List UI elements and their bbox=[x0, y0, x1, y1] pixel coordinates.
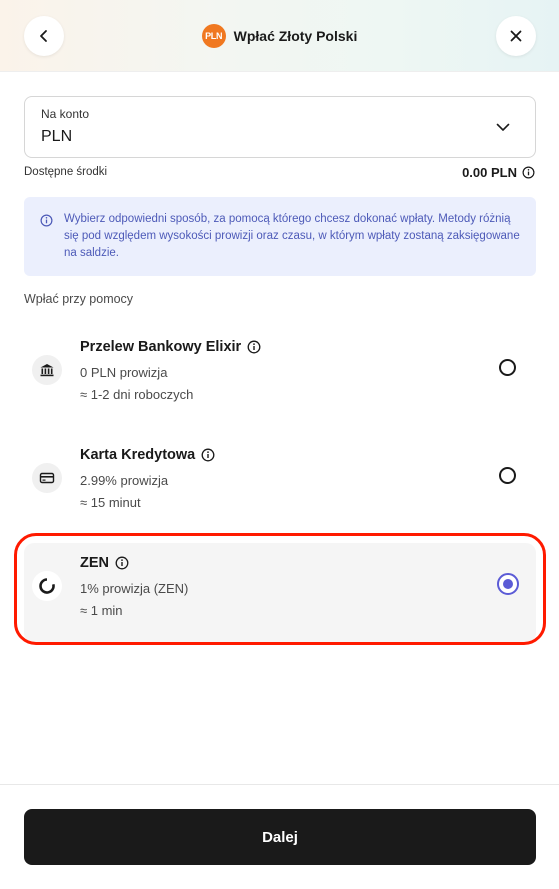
method-title: ZEN bbox=[80, 555, 109, 571]
account-select[interactable]: Na konto PLN bbox=[24, 96, 536, 158]
method-fee: 1% prowizja (ZEN) bbox=[80, 581, 189, 596]
method-title-row: ZEN bbox=[80, 555, 129, 571]
header-title-group: PLN Wpłać Złoty Polski bbox=[0, 24, 559, 48]
zen-logo-icon bbox=[39, 578, 55, 594]
method-time: ≈ 15 minut bbox=[80, 495, 141, 510]
info-icon[interactable] bbox=[522, 166, 535, 179]
info-icon[interactable] bbox=[247, 340, 261, 354]
method-radio-selected[interactable] bbox=[497, 573, 519, 595]
method-time: ≈ 1 min bbox=[80, 603, 123, 618]
info-notice-text: Wybierz odpowiedni sposób, za pomocą któ… bbox=[64, 213, 520, 259]
bank-icon bbox=[40, 364, 54, 377]
account-select-value: PLN bbox=[41, 128, 73, 145]
available-funds-label: Dostępne środki bbox=[24, 166, 108, 178]
payment-method-bank-transfer[interactable]: Przelew Bankowy Elixir 0 PLN prowizja ≈ … bbox=[24, 327, 536, 427]
footer-divider bbox=[0, 784, 559, 785]
chevron-down-icon bbox=[496, 123, 510, 131]
method-radio[interactable] bbox=[499, 467, 516, 484]
method-icon-wrap bbox=[32, 571, 62, 601]
account-select-label: Na konto bbox=[41, 107, 90, 121]
close-icon bbox=[510, 30, 522, 42]
method-radio[interactable] bbox=[499, 359, 516, 376]
payment-method-zen[interactable]: ZEN 1% prowizja (ZEN) ≈ 1 min bbox=[24, 543, 536, 643]
method-fee: 2.99% prowizja bbox=[80, 473, 169, 488]
info-icon[interactable] bbox=[115, 556, 129, 570]
info-icon bbox=[40, 214, 53, 227]
method-icon-wrap bbox=[32, 463, 62, 493]
page-title: Wpłać Złoty Polski bbox=[233, 28, 358, 44]
method-title-row: Przelew Bankowy Elixir bbox=[80, 339, 261, 355]
credit-card-icon bbox=[39, 472, 55, 484]
method-title: Karta Kredytowa bbox=[80, 447, 196, 463]
method-fee: 0 PLN prowizja bbox=[80, 365, 168, 380]
available-funds: 0.00 PLN bbox=[462, 165, 535, 180]
method-icon-wrap bbox=[32, 355, 62, 385]
payment-method-credit-card[interactable]: Karta Kredytowa 2.99% prowizja ≈ 15 minu… bbox=[24, 435, 536, 535]
payment-section-label: Wpłać przy pomocy bbox=[24, 292, 134, 306]
info-icon[interactable] bbox=[201, 448, 215, 462]
info-notice: Wybierz odpowiedni sposób, za pomocą któ… bbox=[24, 197, 536, 276]
close-button[interactable] bbox=[496, 16, 536, 56]
available-funds-value: 0.00 PLN bbox=[462, 165, 517, 180]
method-time: ≈ 1-2 dni roboczych bbox=[80, 387, 194, 402]
method-title: Przelew Bankowy Elixir bbox=[80, 339, 242, 355]
header-bar: PLN Wpłać Złoty Polski bbox=[0, 0, 559, 72]
currency-badge: PLN bbox=[201, 24, 226, 48]
next-button[interactable]: Dalej bbox=[24, 809, 536, 865]
method-title-row: Karta Kredytowa bbox=[80, 447, 215, 463]
